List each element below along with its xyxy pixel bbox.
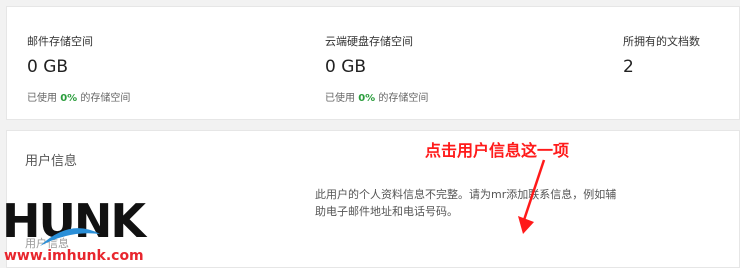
user-info-title[interactable]: 用户信息 [25, 150, 77, 169]
mail-storage-usage: 已使用 0% 的存储空间 [27, 89, 130, 104]
arrow-head [518, 216, 534, 234]
cloud-storage-label: 云端硬盘存储空间 [325, 35, 413, 48]
owned-docs-value: 2 [623, 57, 634, 77]
usage-percent: 0% [358, 93, 376, 104]
logo-swoosh-icon [40, 228, 100, 246]
usage-suffix: 的存储空间 [80, 93, 131, 104]
hunk-watermark: HUNK www.imhunk.com [0, 196, 160, 268]
watermark-url: www.imhunk.com [4, 248, 144, 264]
usage-prefix: 已使用 [325, 93, 355, 104]
mail-storage-label: 邮件存储空间 [27, 35, 93, 48]
profile-incomplete-message: 此用户的个人资料信息不完整。请为mr添加联系信息，例如辅助电子邮件地址和电话号码… [315, 188, 617, 218]
arrow-shaft [522, 159, 546, 221]
cloud-storage-usage: 已使用 0% 的存储空间 [325, 89, 428, 104]
cloud-storage-value: 0 GB [325, 57, 367, 77]
usage-prefix: 已使用 [27, 93, 57, 104]
storage-stats-card: 邮件存储空间 0 GB 已使用 0% 的存储空间 云端硬盘存储空间 0 GB 已… [6, 6, 740, 120]
owned-docs-label: 所拥有的文档数 [623, 35, 700, 48]
usage-suffix: 的存储空间 [378, 93, 429, 104]
annotation-arrow-icon [518, 159, 546, 234]
mail-storage-value: 0 GB [27, 57, 69, 77]
admin-console-page: 邮件存储空间 0 GB 已使用 0% 的存储空间 云端硬盘存储空间 0 GB 已… [0, 0, 740, 268]
usage-percent: 0% [60, 93, 78, 104]
